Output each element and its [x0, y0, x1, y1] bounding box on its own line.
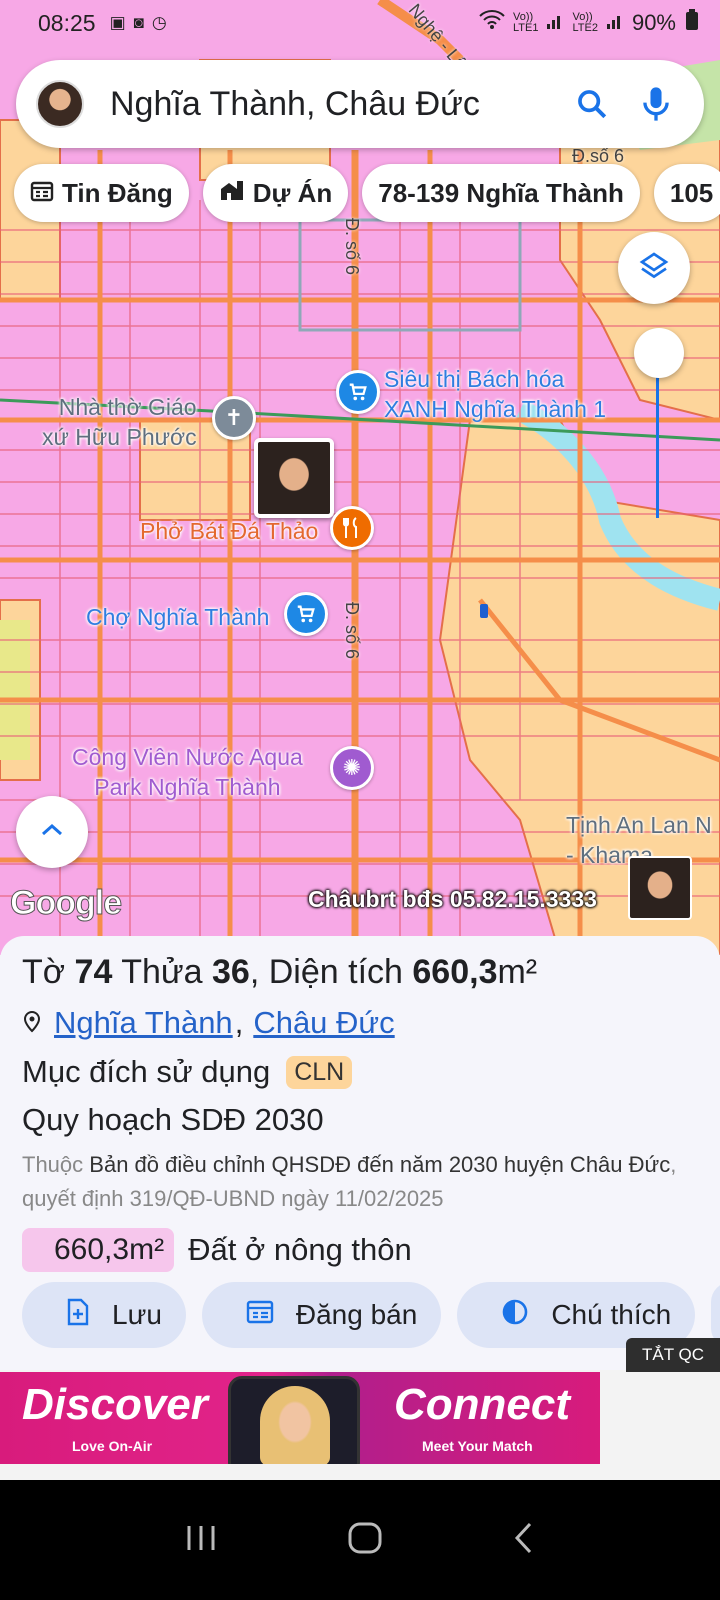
close-ad-button[interactable]: TẮT QC [626, 1338, 720, 1372]
zone-area-pill: 660,3m² [22, 1228, 175, 1272]
buildings-icon [219, 178, 245, 209]
ad-banner[interactable]: Discover Love On-Air Connect Meet Your M… [0, 1372, 600, 1464]
search-input[interactable]: Nghĩa Thành, Châu Đức [110, 85, 550, 124]
signal-icon [606, 10, 624, 36]
place-label-cong-vien[interactable]: Công Viên Nước Aqua Park Nghĩa Thành [72, 742, 303, 802]
gallery-icon: ▣ [109, 13, 126, 32]
post-icon [246, 1299, 274, 1332]
shopping-cart-icon[interactable] [284, 592, 328, 636]
area-unit: m² [497, 953, 538, 991]
save-button[interactable]: Lưu [22, 1282, 186, 1348]
chip-label: Dự Án [252, 177, 333, 208]
chip-tin-dang[interactable]: Tin Đăng [14, 164, 189, 222]
watermark-photo [628, 856, 692, 920]
church-icon[interactable]: ✝ [212, 396, 256, 440]
user-photo-marker[interactable] [254, 438, 334, 518]
district-link[interactable]: Châu Đức [253, 1005, 394, 1041]
chip-du-an[interactable]: Dự Án [202, 164, 349, 222]
layers-button[interactable] [618, 232, 690, 304]
zone-row: 660,3m² Đất ở nông thôn [22, 1228, 698, 1272]
opacity-slider-thumb[interactable] [634, 328, 684, 378]
parcel-location: Nghĩa Thành , Châu Đức [22, 998, 698, 1048]
parcel-label: Thửa [121, 953, 203, 991]
purpose-code-badge: CLN [286, 1055, 353, 1089]
location-pin-icon [22, 1005, 42, 1041]
recent-apps-icon[interactable] [184, 1523, 218, 1558]
ad-right-title: Connect [394, 1380, 570, 1429]
area-label: Diện tích [268, 953, 403, 991]
post-for-sale-button[interactable]: Đăng bán [201, 1282, 442, 1348]
zalo-icon: ◙ [133, 13, 144, 32]
shopping-cart-icon[interactable] [336, 370, 380, 414]
place-label-pho[interactable]: Phở Bát Đá Thảo [140, 516, 318, 546]
chip-label: 105 [669, 177, 714, 208]
sheet-label: Tờ [22, 953, 66, 991]
place-label-cho[interactable]: Chợ Nghĩa Thành [86, 602, 269, 632]
purpose-label: Mục đích sử dụng [22, 1054, 271, 1089]
calendar-icon [30, 178, 54, 209]
watermark-text: Châubrt bđs 05.82.15.3333 [308, 886, 597, 912]
chip-label: Tin Đăng [62, 177, 173, 208]
ad-left-title: Discover [22, 1380, 208, 1429]
chip-label: 78-139 Nghĩa Thành [378, 177, 624, 208]
place-label-sieu-thi[interactable]: Siêu thị Bách hóa XANH Nghĩa Thành 1 [384, 364, 606, 424]
sheet-number-value: 74 [74, 953, 113, 991]
place-label-nha-tho[interactable]: Nhà thờ Giáo xứ Hữu Phước [42, 392, 197, 452]
layers-icon [638, 250, 670, 287]
google-logo: Google [9, 884, 122, 923]
chip-more[interactable]: 105 [653, 164, 720, 222]
expand-button[interactable] [16, 796, 88, 868]
home-icon[interactable] [347, 1521, 383, 1560]
action-buttons: Lưu Đăng bán Chú thích [22, 1282, 720, 1348]
parcel-number-value: 36 [212, 953, 250, 991]
battery-percent: 90% [631, 10, 676, 35]
system-nav-bar [0, 1480, 720, 1600]
back-icon[interactable] [512, 1521, 536, 1560]
search-icon[interactable] [570, 82, 614, 126]
plan-title: Quy hoạch SDĐ 2030 [22, 1102, 324, 1137]
avatar[interactable] [36, 80, 84, 128]
status-bar: 08:25 ▣ ◙ ◷ Vo)) LTE1 Vo)) LTE2 90% [0, 0, 720, 46]
parcel-info-sheet: Tờ 74 Thửa 36, Diện tích 660,3m² Nghĩa T… [0, 936, 720, 1370]
status-time: 08:25 [38, 9, 96, 36]
legend-icon [501, 1298, 529, 1333]
mic-icon[interactable] [634, 82, 678, 126]
filter-chips: Tin Đăng Dự Án 78-139 Nghĩa Thành 105 [14, 164, 720, 222]
ad-left-subtitle: Love On-Air [72, 1438, 153, 1454]
battery-icon [684, 9, 700, 37]
amusement-park-icon[interactable]: ✺ [330, 746, 374, 790]
save-label: Lưu [112, 1299, 162, 1330]
post-label: Đăng bán [295, 1299, 418, 1330]
land-use-purpose: Mục đích sử dụng CLN [22, 1048, 698, 1096]
road-label: Đ. số 6 [342, 218, 362, 276]
ad-right-subtitle: Meet Your Match [422, 1438, 533, 1454]
area-value: 660,3 [412, 953, 498, 991]
save-doc-icon [66, 1298, 90, 1333]
location-marker [480, 604, 488, 618]
road-label: Đ. số 6 [342, 602, 362, 660]
plan-source-note: Thuộc Bản đồ điều chỉnh QHSDĐ đến năm 20… [22, 1148, 698, 1216]
zone-type: Đất ở nông thôn [188, 1232, 412, 1267]
parcel-summary: Tờ 74 Thửa 36, Diện tích 660,3m² [22, 953, 538, 991]
ward-link[interactable]: Nghĩa Thành [54, 1005, 233, 1041]
signal-icon [546, 10, 564, 36]
clock-app-icon: ◷ [151, 13, 167, 32]
legend-label: Chú thích [551, 1299, 672, 1330]
search-bar[interactable]: Nghĩa Thành, Châu Đức [16, 60, 704, 148]
wifi-icon [479, 10, 505, 36]
plan-map-name: Bản đồ điều chỉnh QHSDĐ đến năm 2030 huy… [89, 1152, 671, 1177]
opacity-slider-track[interactable] [656, 354, 659, 518]
chevron-up-icon [39, 821, 65, 844]
chip-location[interactable]: 78-139 Nghĩa Thành [362, 164, 640, 222]
lte2-indicator: Vo)) LTE2 [572, 11, 598, 34]
lte1-indicator: Vo)) LTE1 [512, 11, 539, 34]
belongs-label: Thuộc [22, 1152, 84, 1177]
ad-person-image [260, 1386, 330, 1464]
restaurant-icon[interactable] [330, 506, 374, 550]
